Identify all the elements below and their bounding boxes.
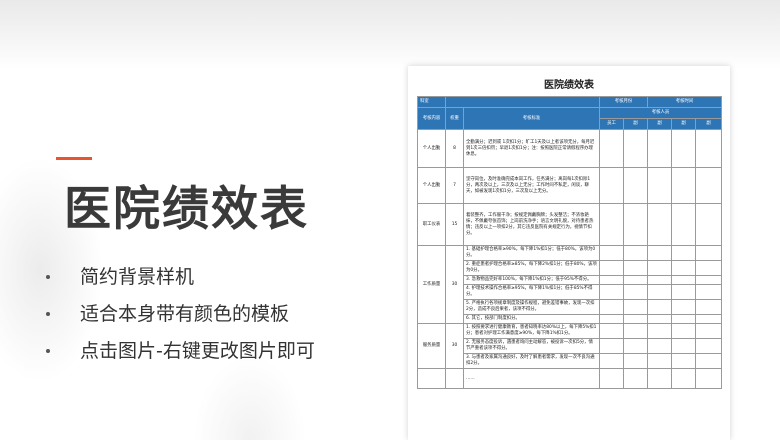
weight-label: 权重 <box>445 107 464 130</box>
score-cell[interactable] <box>671 167 697 204</box>
slide-title[interactable]: 医院绩效表 <box>64 170 309 239</box>
score-cell[interactable] <box>695 167 723 204</box>
person-label: 考核人员 <box>598 107 723 119</box>
col-label: 副 <box>695 118 723 130</box>
row-item: 2. 重症患者护理合格率≥85%，每下降2%扣1分；低于80%，该项为0分。 <box>463 260 600 276</box>
bullet-text: 适合本身带有颜色的模板 <box>80 303 290 325</box>
row-item: 3. 急救物品完好率100%，每下降1%扣1分；低于95%不得分。 <box>463 275 600 285</box>
table-subheader-row: 考核内容 权重 考核标准 考核人员 <box>417 107 723 130</box>
bullet-dot-icon <box>46 312 50 316</box>
table-row: 职工仪表 15 着装整齐，工作服干净；按规定佩戴胸牌；头发整洁；不浓妆艳抹，不佩… <box>417 203 723 246</box>
row-standard: 着装整齐，工作服干净；按规定佩戴胸牌；头发整洁；不浓妆艳抹，不佩戴夸张首饰；上岗… <box>463 203 600 246</box>
row-item: 1. 基础护理合格率≥90%，每下降1%扣1分；低于80%，该项为0分。 <box>463 245 600 261</box>
document-mockup-image[interactable]: 医院绩效表 科室 考核月份 考核时间 考核内容 权重 考核标准 考核人员 员工 … <box>408 66 730 440</box>
row-item: 1. 按照要求进行健康教育，患者知晓率达80%以上，每下降5%扣1分；患者对护理… <box>463 323 600 339</box>
col-label: 副 <box>647 118 673 130</box>
row-weight: 7 <box>445 167 464 204</box>
row-category: 服务质量 <box>417 323 446 369</box>
score-cell[interactable] <box>599 203 624 246</box>
row-standard: 全勤满分；迟到或 1次扣1分；旷工1天及以上者该项无分，每月迟到1次三倍扣罚；早… <box>463 129 600 168</box>
table-row: …… <box>417 368 723 389</box>
table-row: 工作质量 30 1. 基础护理合格率≥90%，每下降1%扣1分；低于80%，该项… <box>417 245 723 324</box>
title-accent-line <box>56 157 92 160</box>
dept-label: 科室 <box>417 96 446 108</box>
table-row: 2. 重症患者护理合格率≥85%，每下降2%扣1分；低于80%，该项为0分。 <box>418 260 723 276</box>
row-weight: 8 <box>445 129 464 168</box>
row-weight <box>445 368 464 389</box>
table-row: 服务质量 30 1. 按照要求进行健康教育，患者知晓率达80%以上，每下降5%扣… <box>417 323 723 369</box>
content-label: 考核内容 <box>417 107 446 130</box>
table-row: 3. 急救物品完好率100%，每下降1%扣1分；低于95%不得分。 <box>418 275 723 285</box>
table-row: 2. 无服务态度投诉，遇患者询问主动解答，被投诉一次扣5分，情节严重者该项不得分… <box>418 338 723 354</box>
background-blur-scene <box>0 60 400 440</box>
bullet-item[interactable]: 简约背景样机 <box>44 265 315 302</box>
table-row: 3. 与患者及家属沟通良好，及时了解患者需求，发现一次不良沟通扣2分。 <box>418 353 723 369</box>
col-label: 员工 <box>599 118 624 130</box>
bullet-item[interactable]: 适合本身带有颜色的模板 <box>44 302 315 339</box>
table-row: 5. 严格执行各项规章制度及操作规程，避免差错事故，发现一次扣2分，造成不良后果… <box>418 299 723 315</box>
row-item: 6. 其它，按部门制度扣分。 <box>463 314 600 324</box>
table-row: 个人出勤 8 全勤满分；迟到或 1次扣1分；旷工1天及以上者该项无分，每月迟到1… <box>417 129 723 168</box>
row-category <box>417 368 446 389</box>
performance-table: 科室 考核月份 考核时间 考核内容 权重 考核标准 考核人员 员工 副 副 副 … <box>417 96 723 389</box>
table-header-row: 科室 考核月份 考核时间 <box>417 96 723 108</box>
row-weight: 30 <box>445 323 464 369</box>
month-label: 考核月份 <box>598 96 649 108</box>
score-cell[interactable] <box>671 203 697 246</box>
score-cell[interactable] <box>695 129 723 168</box>
score-cell[interactable] <box>622 203 649 246</box>
score-cell[interactable] <box>622 167 649 204</box>
row-item: 4. 护理技术操作合格率≥95%，每下降1%扣1分；低于85%不得分。 <box>463 284 600 300</box>
row-item: 3. 与患者及家属沟通良好，及时了解患者需求，发现一次不良沟通扣2分。 <box>463 353 600 369</box>
score-cell[interactable] <box>622 129 649 168</box>
bullet-list: 简约背景样机 适合本身带有颜色的模板 点击图片-右键更改图片即可 <box>44 265 315 376</box>
score-cell[interactable] <box>695 203 723 246</box>
row-category: 个人出勤 <box>417 129 446 168</box>
score-cell[interactable] <box>647 129 673 168</box>
table-row: 6. 其它，按部门制度扣分。 <box>418 314 723 324</box>
score-cell[interactable] <box>647 203 673 246</box>
dept-value-cell[interactable] <box>445 96 600 108</box>
row-standard: …… <box>463 368 600 389</box>
score-cell[interactable] <box>599 167 624 204</box>
table-row: 4. 护理技术操作合格率≥95%，每下降1%扣1分；低于85%不得分。 <box>418 284 723 300</box>
row-category: 职工仪表 <box>417 203 446 246</box>
score-cell[interactable] <box>647 167 673 204</box>
row-category: 工作质量 <box>417 245 446 324</box>
row-weight: 30 <box>445 245 464 324</box>
col-label: 副 <box>622 118 649 130</box>
standard-label: 考核标准 <box>463 107 600 130</box>
bullet-text: 简约背景样机 <box>80 266 195 288</box>
document-title: 医院绩效表 <box>544 80 594 91</box>
row-weight: 15 <box>445 203 464 246</box>
bullet-dot-icon <box>46 349 50 353</box>
score-cell[interactable] <box>671 129 697 168</box>
score-cell[interactable] <box>599 129 624 168</box>
bullet-text: 点击图片-右键更改图片即可 <box>80 340 315 362</box>
table-row: 个人出勤 7 坚守岗位，及时准确完成本岗工作，任务满分；离岗每1次扣除1分，两次… <box>417 167 723 204</box>
bullet-dot-icon <box>46 275 50 279</box>
row-item: 5. 严格执行各项规章制度及操作规程，避免差错事故，发现一次扣2分，造成不良后果… <box>463 299 600 315</box>
col-label: 副 <box>671 118 697 130</box>
row-category: 个人出勤 <box>417 167 446 204</box>
time-label: 考核时间 <box>647 96 723 108</box>
row-standard: 坚守岗位，及时准确完成本岗工作，任务满分；离岗每1次扣除1分，两次及以上，三次及… <box>463 167 600 204</box>
bullet-item[interactable]: 点击图片-右键更改图片即可 <box>44 339 315 376</box>
row-item: 2. 无服务态度投诉，遇患者询问主动解答，被投诉一次扣5分，情节严重者该项不得分… <box>463 338 600 354</box>
